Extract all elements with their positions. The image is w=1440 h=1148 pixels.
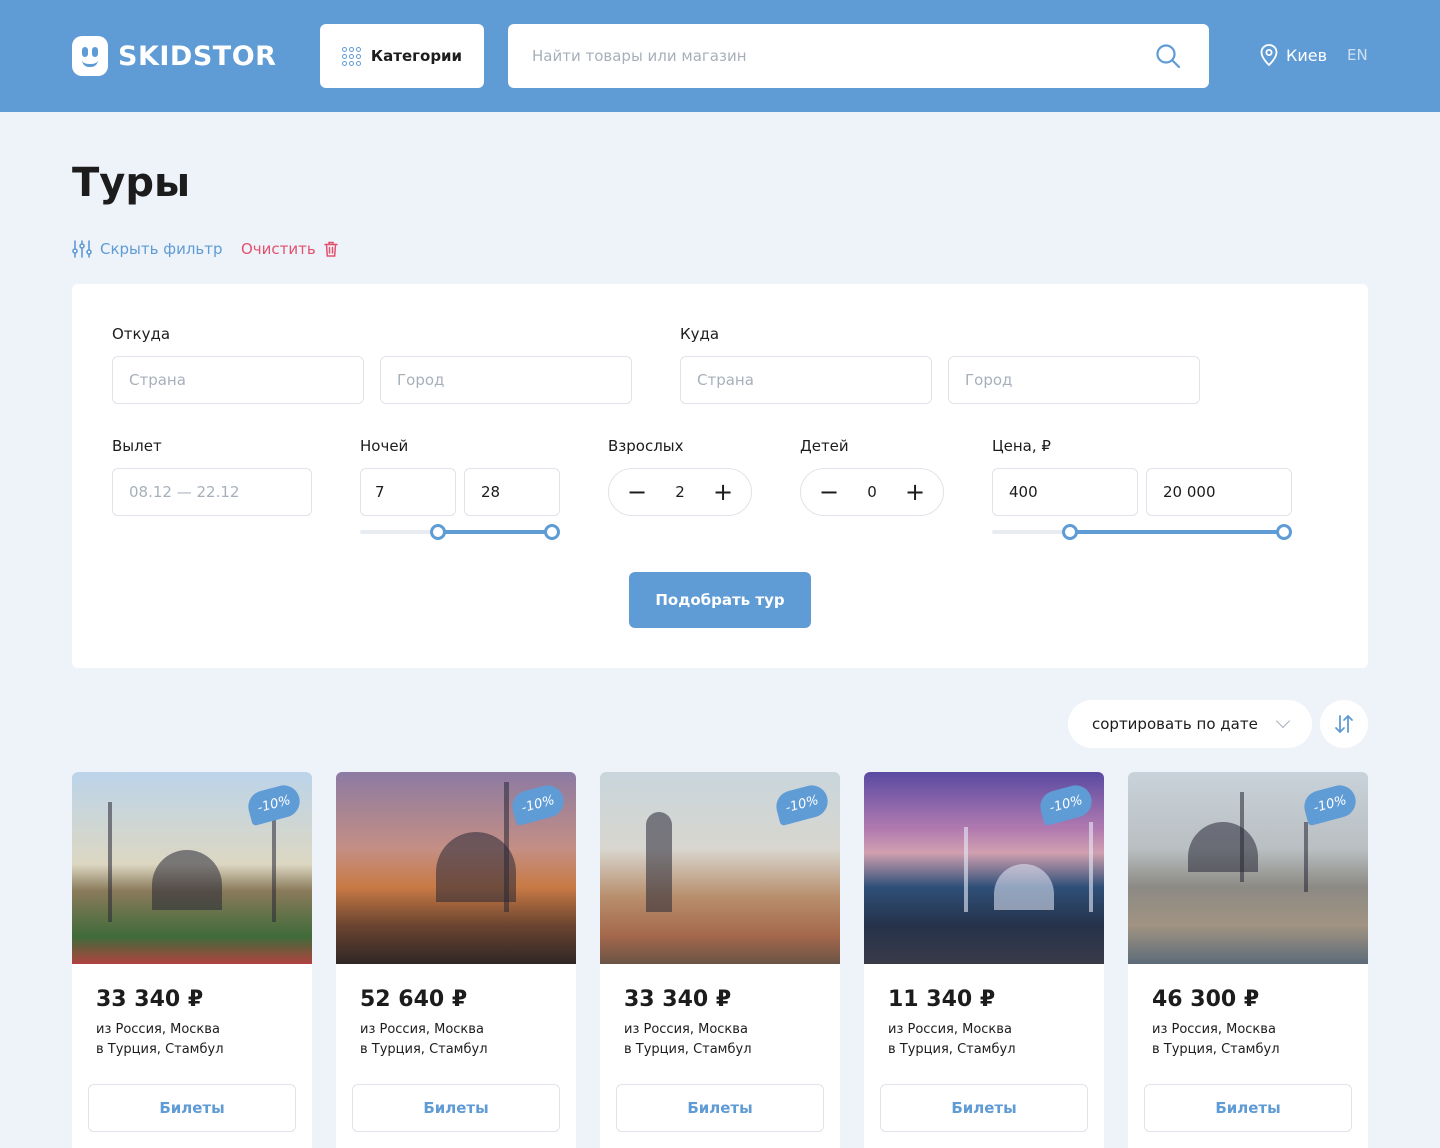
clear-button[interactable]: Очистить [241, 240, 338, 258]
language-switch[interactable]: EN [1347, 46, 1368, 64]
nights-label: Ночей [360, 437, 409, 455]
price-slider-min-handle[interactable] [1062, 524, 1078, 540]
tour-price: 52 640 ₽ [360, 987, 468, 1012]
adults-value: 2 [675, 483, 685, 501]
departure-date-input[interactable]: 08.12 — 22.12 [112, 468, 312, 516]
tour-card[interactable]: -10% 46 300 ₽ из Россия, Москва в Турция… [1128, 772, 1368, 1148]
find-tour-button[interactable]: Подобрать тур [629, 572, 811, 628]
nights-min-input[interactable]: 7 [360, 468, 456, 516]
tour-card[interactable]: -10% 33 340 ₽ из Россия, Москва в Турция… [72, 772, 312, 1148]
children-plus-button[interactable]: + [905, 480, 925, 504]
categories-label: Категории [370, 47, 463, 65]
page-title: Туры [72, 160, 191, 206]
tour-price: 33 340 ₽ [624, 987, 732, 1012]
chevron-down-icon [1275, 713, 1291, 729]
header: SKIDSTOR Категории Киев EN [0, 0, 1440, 112]
from-city-input[interactable]: Город [380, 356, 632, 404]
clear-label: Очистить [241, 240, 316, 258]
to-city-input[interactable]: Город [948, 356, 1200, 404]
adults-minus-button[interactable]: − [627, 480, 647, 504]
categories-button[interactable]: Категории [320, 24, 484, 88]
to-country-input[interactable]: Страна [680, 356, 932, 404]
price-max-input[interactable]: 20 000 [1146, 468, 1292, 516]
tour-origin: из Россия, Москва [888, 1022, 1012, 1037]
from-country-input[interactable]: Страна [112, 356, 364, 404]
tour-card[interactable]: -10% 52 640 ₽ из Россия, Москва в Турция… [336, 772, 576, 1148]
logo[interactable]: SKIDSTOR [72, 36, 276, 76]
city-selector[interactable]: Киев [1260, 44, 1327, 66]
tour-origin: из Россия, Москва [96, 1022, 220, 1037]
hide-filter-label: Скрыть фильтр [100, 240, 223, 258]
tickets-button[interactable]: Билеты [352, 1084, 560, 1132]
tickets-button[interactable]: Билеты [616, 1084, 824, 1132]
price-slider[interactable] [992, 524, 1292, 540]
logo-text: SKIDSTOR [118, 40, 277, 72]
tour-card[interactable]: -10% 33 340 ₽ из Россия, Москва в Турция… [600, 772, 840, 1148]
tour-destination: в Турция, Стамбул [96, 1042, 224, 1057]
trash-icon [323, 241, 338, 257]
tour-destination: в Турция, Стамбул [360, 1042, 488, 1057]
nights-slider-max-handle[interactable] [544, 524, 560, 540]
filter-panel: Откуда Страна Город Куда Страна Город Вы… [72, 284, 1368, 668]
tour-price: 46 300 ₽ [1152, 987, 1260, 1012]
logo-icon [72, 36, 108, 76]
price-min-input[interactable]: 400 [992, 468, 1138, 516]
adults-plus-button[interactable]: + [713, 480, 733, 504]
nights-max-input[interactable]: 28 [464, 468, 560, 516]
price-label: Цена, ₽ [992, 437, 1051, 455]
hide-filter-button[interactable]: Скрыть фильтр [72, 240, 223, 258]
search-bar [508, 24, 1209, 88]
departure-label: Вылет [112, 437, 162, 455]
sort-direction-button[interactable] [1320, 700, 1368, 748]
tour-origin: из Россия, Москва [360, 1022, 484, 1037]
sort-arrows-icon [1335, 715, 1353, 733]
tour-destination: в Турция, Стамбул [624, 1042, 752, 1057]
adults-label: Взрослых [608, 437, 684, 455]
tour-origin: из Россия, Москва [1152, 1022, 1276, 1037]
tour-card[interactable]: -10% 11 340 ₽ из Россия, Москва в Турция… [864, 772, 1104, 1148]
tour-destination: в Турция, Стамбул [888, 1042, 1016, 1057]
filter-sliders-icon [72, 240, 92, 258]
nights-slider[interactable] [360, 524, 560, 540]
tour-price: 11 340 ₽ [888, 987, 996, 1012]
tickets-button[interactable]: Билеты [88, 1084, 296, 1132]
tour-price: 33 340 ₽ [96, 987, 204, 1012]
search-icon[interactable] [1155, 43, 1181, 69]
tickets-button[interactable]: Билеты [880, 1084, 1088, 1132]
sort-label: сортировать по дате [1092, 715, 1258, 733]
grid-icon [341, 46, 361, 66]
city-label: Киев [1286, 45, 1328, 65]
children-stepper: − 0 + [800, 468, 944, 516]
nights-slider-min-handle[interactable] [430, 524, 446, 540]
search-input[interactable] [532, 47, 1132, 65]
children-value: 0 [867, 483, 877, 501]
tour-origin: из Россия, Москва [624, 1022, 748, 1037]
adults-stepper: − 2 + [608, 468, 752, 516]
from-label: Откуда [112, 325, 171, 343]
sort-dropdown[interactable]: сортировать по дате [1068, 700, 1312, 748]
to-label: Куда [680, 325, 720, 343]
location-pin-icon [1260, 44, 1278, 66]
tour-destination: в Турция, Стамбул [1152, 1042, 1280, 1057]
tickets-button[interactable]: Билеты [1144, 1084, 1352, 1132]
price-slider-max-handle[interactable] [1276, 524, 1292, 540]
children-minus-button[interactable]: − [819, 480, 839, 504]
children-label: Детей [800, 437, 849, 455]
